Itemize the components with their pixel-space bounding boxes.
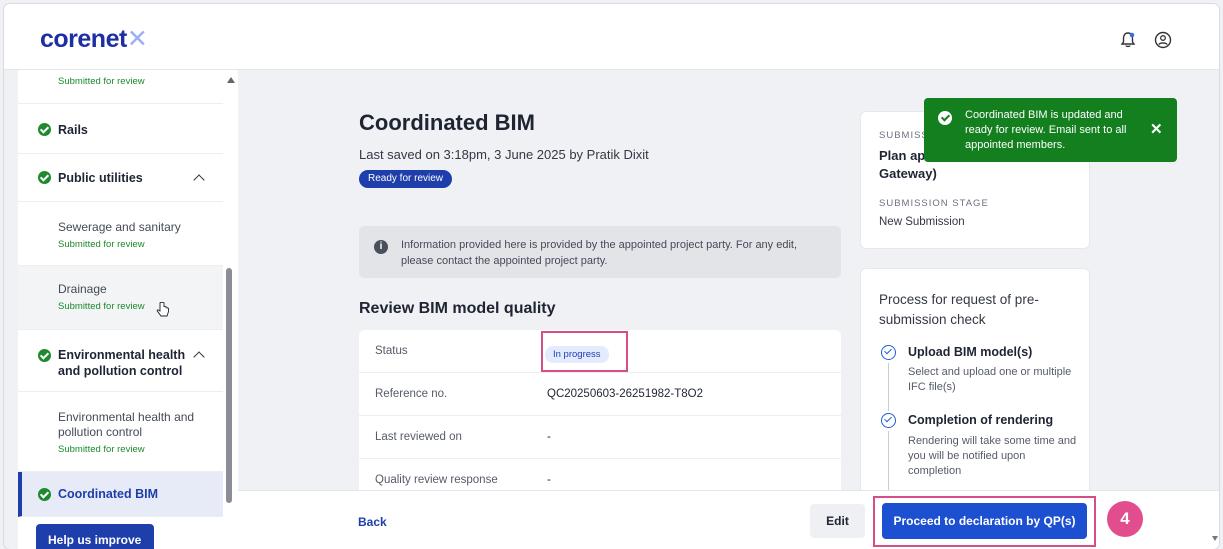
sidebar-item-coordinated-bim[interactable]: Coordinated BIM <box>18 472 223 517</box>
sidebar-item-label: Public utilities <box>58 171 143 185</box>
status-badge: Ready for review <box>359 170 453 188</box>
success-toast: Coordinated BIM is updated and ready for… <box>924 98 1177 162</box>
sidebar-item-environmental-health[interactable]: Environmental health and pollution contr… <box>18 330 223 392</box>
corenet-logo[interactable]: corenet✕ <box>40 24 148 54</box>
check-icon <box>38 123 51 136</box>
sidebar-item-label: Rails <box>58 123 88 137</box>
step-connector <box>888 363 889 411</box>
sidebar-scrollbar[interactable] <box>224 70 235 549</box>
check-icon <box>38 488 51 501</box>
back-link[interactable]: Back <box>358 515 387 529</box>
sidebar-item-status: Submitted for review <box>58 444 145 455</box>
check-circle-icon <box>881 345 896 360</box>
section-title: Review BIM model quality <box>359 300 556 317</box>
edit-button[interactable]: Edit <box>810 504 865 538</box>
help-us-improve-button[interactable]: Help us improve <box>36 524 154 549</box>
chevron-up-icon[interactable] <box>193 351 205 363</box>
step-desc: Rendering will take some time and you wi… <box>908 435 1077 477</box>
scroll-up-icon[interactable] <box>227 77 235 83</box>
step-connector <box>888 431 889 497</box>
bell-icon[interactable] <box>1119 31 1137 49</box>
step-title: Completion of rendering <box>908 413 1054 427</box>
sidebar-item-label: Sewerage and sanitary <box>58 220 181 234</box>
table-row: Reference no. QC20250603-26251982-T8O2 <box>359 373 841 416</box>
step-number-badge: 4 <box>1107 501 1143 537</box>
sidebar-item-status: Submitted for review <box>58 76 145 87</box>
user-icon[interactable] <box>1154 31 1172 49</box>
step-title: Upload BIM model(s) <box>908 345 1033 359</box>
close-icon[interactable]: ✕ <box>1150 120 1163 138</box>
scroll-down-icon[interactable] <box>1212 536 1218 541</box>
sidebar-item-label: Drainage <box>58 282 107 296</box>
sidebar-item-environmental-health-sub[interactable]: Environmental health and pollution contr… <box>18 392 223 472</box>
sidebar-item-rails[interactable]: Rails <box>18 104 223 154</box>
submission-stage-value: New Submission <box>879 216 965 228</box>
sidebar-item-label: Environmental health and pollution contr… <box>58 410 195 439</box>
sidebar-item-status: Submitted for review <box>58 301 145 312</box>
row-value: QC20250603-26251982-T8O2 <box>547 388 704 400</box>
pointer-cursor-icon <box>156 302 169 317</box>
logo-text: corenet <box>40 25 127 53</box>
logo-x-mark: ✕ <box>126 25 148 53</box>
row-label: Last reviewed on <box>375 431 462 443</box>
info-banner: i Information provided here is provided … <box>359 226 841 278</box>
table-row: Last reviewed on - <box>359 416 841 459</box>
row-label: Quality review response <box>375 474 498 486</box>
row-value: - <box>547 474 551 486</box>
app-window: corenet✕ Submitted for review Rails Publ… <box>4 4 1219 549</box>
sidebar-item-sewerage[interactable]: Sewerage and sanitary Submitted for revie… <box>18 202 223 266</box>
scrollbar-thumb[interactable] <box>226 268 232 503</box>
check-icon <box>938 111 952 125</box>
step-desc: Select and upload one or multiple IFC fi… <box>908 366 1072 393</box>
check-icon <box>38 171 51 184</box>
last-saved-text: Last saved on 3:18pm, 3 June 2025 by Pra… <box>359 147 649 162</box>
submission-label: SUBMISS <box>879 130 929 141</box>
highlight-box-status <box>541 331 628 372</box>
sidebar-item-public-utilities[interactable]: Public utilities <box>18 154 223 202</box>
sidebar-item-previous[interactable]: Submitted for review <box>18 70 223 104</box>
toast-message: Coordinated BIM is updated and ready for… <box>965 109 1127 151</box>
row-label: Status <box>375 345 408 357</box>
sidebar-item-status: Submitted for review <box>58 239 145 250</box>
process-card: Process for request of pre-submission ch… <box>860 268 1090 498</box>
row-value: - <box>547 431 551 443</box>
info-icon: i <box>374 240 388 254</box>
check-icon <box>38 349 51 362</box>
highlight-box-proceed <box>873 496 1096 547</box>
sidebar: Submitted for review Rails Public utilit… <box>18 70 238 549</box>
sidebar-item-drainage[interactable]: Drainage Submitted for review <box>18 266 223 330</box>
page-scrollbar[interactable] <box>1211 70 1219 549</box>
check-circle-icon <box>881 413 896 428</box>
submission-value-cont: Gateway) <box>879 166 937 181</box>
submission-stage-label: SUBMISSION STAGE <box>879 198 989 209</box>
chevron-up-icon[interactable] <box>193 174 205 186</box>
submission-value: Plan ap <box>879 148 926 163</box>
row-label: Reference no. <box>375 388 448 400</box>
sidebar-item-label: Environmental health and pollution contr… <box>58 348 186 378</box>
sidebar-item-label: Coordinated BIM <box>58 487 158 501</box>
info-text: Information provided here is provided by… <box>401 239 798 267</box>
process-title: Process for request of pre-submission ch… <box>879 292 1039 327</box>
page-title: Coordinated BIM <box>359 110 535 135</box>
top-bar: corenet✕ <box>4 4 1219 70</box>
